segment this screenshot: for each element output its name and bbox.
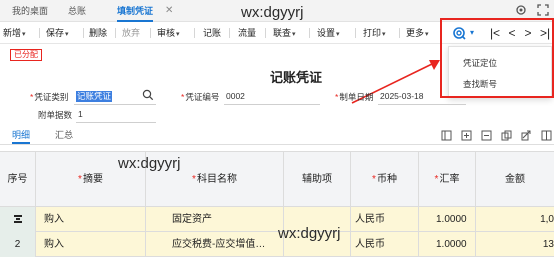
insert-row-icon[interactable]	[461, 130, 472, 141]
gear-icon[interactable]	[514, 3, 528, 17]
row-summary-cell[interactable]: 购入	[36, 207, 146, 232]
row-handle-icon[interactable]	[13, 214, 23, 224]
delete-button[interactable]: 删除	[89, 22, 107, 44]
link-icon[interactable]	[521, 130, 532, 141]
voucher-no-field[interactable]: 0002	[226, 91, 245, 101]
delete-row-icon[interactable]	[481, 130, 492, 141]
tab-general-ledger[interactable]: 总账	[68, 0, 86, 22]
table-row[interactable]: 购入 固定资产 人民币 1.0000 1,0	[0, 207, 554, 232]
row-summary-cell[interactable]: 购入	[36, 232, 146, 257]
add-button[interactable]: 新增▾	[3, 22, 26, 44]
col-header-currency: *币种	[351, 152, 419, 208]
row-account-cell[interactable]: 固定资产	[146, 207, 284, 232]
watermark-text: wx:dgyyrj	[278, 225, 341, 242]
flow-button[interactable]: 流量	[238, 22, 256, 44]
review-button[interactable]: 审核▾	[157, 22, 180, 44]
tab-summary[interactable]: 汇总	[55, 128, 73, 144]
row-rate-cell[interactable]: 1.0000	[419, 207, 476, 232]
print-button[interactable]: 打印▾	[363, 22, 386, 44]
row-seq-cell[interactable]: 2	[0, 232, 36, 257]
fullscreen-icon[interactable]	[536, 3, 550, 17]
close-tab-icon[interactable]: ✕	[165, 0, 173, 22]
watermark-text: wx:dgyyrj	[241, 4, 304, 21]
discard-button[interactable]: 放弃	[122, 22, 140, 44]
voucher-no-label: *凭证编号	[181, 92, 220, 102]
row-amount-cell[interactable]: 13	[476, 232, 554, 257]
attachments-label: 附单据数	[38, 110, 73, 120]
date-field[interactable]: 2025-03-18	[380, 91, 423, 101]
voucher-type-label: *凭证类别	[30, 92, 69, 102]
tab-my-desktop[interactable]: 我的桌面	[12, 0, 48, 22]
row-rate-cell[interactable]: 1.0000	[419, 232, 476, 257]
voucher-entry-window: 我的桌面 总账 填制凭证 ✕ wx:dgyyrj 新增▾ 保存▾ 删除 放弃 审…	[0, 0, 554, 257]
status-badge: 已分配	[10, 49, 42, 61]
layout-icon[interactable]	[441, 130, 452, 141]
query-button[interactable]: 联查▾	[273, 22, 296, 44]
settings-button[interactable]: 设置▾	[317, 22, 340, 44]
row-amount-cell[interactable]: 1,0	[476, 207, 554, 232]
row-currency-cell[interactable]: 人民币	[351, 232, 419, 257]
search-icon[interactable]	[142, 89, 154, 101]
row-currency-cell[interactable]: 人民币	[351, 207, 419, 232]
copy-row-icon[interactable]	[501, 130, 512, 141]
voucher-entry-grid: 序号 *摘要 *科目名称 辅助项 *币种 *汇率 金额 购入 固定资产 人民币 …	[0, 151, 554, 257]
col-header-aux: 辅助项	[284, 152, 351, 208]
attachments-field[interactable]: 1	[78, 109, 83, 119]
table-row[interactable]: 2 购入 应交税费-应交增值… 人民币 1.0000 13	[0, 232, 554, 257]
save-button[interactable]: 保存▾	[46, 22, 69, 44]
col-header-rate: *汇率	[419, 152, 476, 208]
page-title: 记账凭证	[270, 70, 323, 85]
col-header-amount: 金额	[505, 174, 525, 185]
grid-header: 序号 *摘要 *科目名称 辅助项 *币种 *汇率 金额	[0, 151, 554, 208]
voucher-type-field[interactable]: 记账凭证	[76, 91, 113, 102]
watermark-text: wx:dgyyrj	[118, 155, 181, 172]
tab-detail[interactable]: 明细	[12, 128, 31, 144]
annotation-highlight-box	[440, 18, 554, 98]
date-label: *制单日期	[335, 92, 374, 102]
post-button[interactable]: 记账	[203, 22, 221, 44]
more-button[interactable]: 更多▾	[406, 22, 429, 44]
row-account-cell[interactable]: 应交税费-应交增值…	[146, 232, 284, 257]
column-settings-icon[interactable]	[541, 130, 552, 141]
row-seq-cell[interactable]	[0, 207, 36, 232]
tab-fill-voucher[interactable]: 填制凭证	[117, 0, 154, 22]
col-header-seq: 序号	[0, 152, 36, 208]
